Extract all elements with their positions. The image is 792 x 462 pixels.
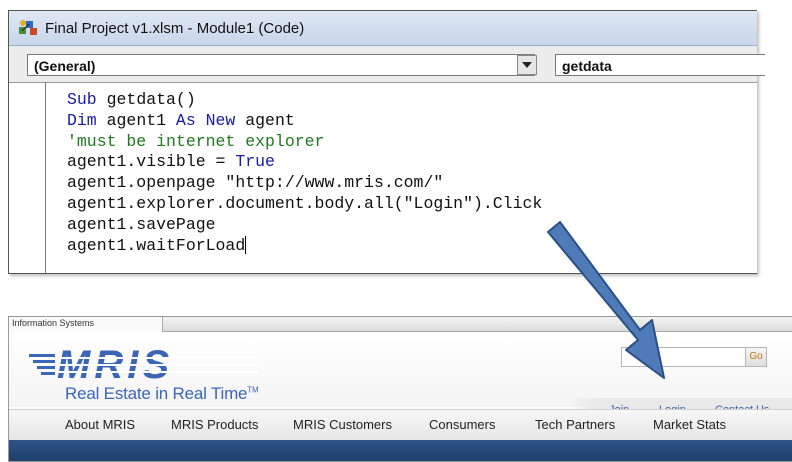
code-token: Sub: [67, 90, 107, 109]
code-line[interactable]: agent1.explorer.document.body.all("Login…: [67, 194, 542, 215]
vba-editor-window: Final Project v1.xlsm - Module1 (Code) (…: [8, 10, 765, 274]
code-token: As New: [175, 110, 246, 130]
margin-indicator-bar: [45, 82, 46, 273]
code-line[interactable]: 'must be internet explorer: [67, 132, 542, 153]
code-token: 'must be internet explorer: [67, 131, 325, 151]
nav-mris-customers[interactable]: MRIS Customers: [293, 417, 392, 432]
text-caret: [245, 236, 247, 255]
code-token: Dim: [67, 110, 107, 130]
object-combo[interactable]: (General): [27, 54, 535, 76]
code-pane[interactable]: Sub getdata() Dim agent1 As New agent'mus…: [9, 82, 757, 273]
browser-tab-strip: Information Systems: [9, 317, 792, 333]
browser-page: Information Systems MRIS Real Estate in …: [8, 316, 792, 462]
browser-tab[interactable]: Information Systems: [9, 317, 163, 333]
code-token: agent1.openpage "http://www.mris.com/": [67, 173, 444, 193]
code-token: agent1.savePage: [67, 214, 216, 234]
code-token: agent: [245, 110, 295, 130]
nav-market-stats[interactable]: Market Stats: [653, 417, 726, 432]
code-combos-bar: (General) getdata: [9, 46, 765, 83]
main-nav: About MRIS MRIS Products MRIS Customers …: [9, 409, 792, 441]
code-token: agent1.visible =: [67, 152, 236, 172]
page-content-band: [9, 440, 792, 461]
mris-logo[interactable]: MRIS: [29, 344, 299, 384]
code-line[interactable]: agent1.openpage "http://www.mris.com/": [67, 173, 542, 194]
procedure-combo[interactable]: getdata: [555, 54, 765, 76]
code-line[interactable]: Sub getdata(): [67, 90, 542, 111]
code-token: agent1.explorer.document.body.all("Login…: [67, 193, 543, 213]
code-token: agent1: [106, 110, 176, 130]
code-line[interactable]: agent1.visible = True: [67, 152, 542, 173]
code-token: agent1.waitForLoad: [67, 235, 246, 255]
editor-title-bar: Final Project v1.xlsm - Module1 (Code): [9, 11, 757, 46]
search-go-button[interactable]: Go: [745, 347, 767, 367]
object-combo-dropdown-icon[interactable]: [517, 55, 537, 75]
nav-tech-partners[interactable]: Tech Partners: [535, 417, 615, 432]
code-line[interactable]: agent1.waitForLoad: [67, 236, 542, 257]
code-line[interactable]: agent1.savePage: [67, 215, 542, 236]
code-token: getdata(): [106, 90, 196, 109]
code-line[interactable]: Dim agent1 As New agent: [67, 111, 542, 132]
tagline: Real Estate in Real TimeTM: [65, 384, 259, 403]
nav-mris-products[interactable]: MRIS Products: [171, 417, 258, 432]
site-search-input[interactable]: [621, 347, 747, 367]
code-text[interactable]: Sub getdata() Dim agent1 As New agent'mus…: [67, 90, 542, 256]
editor-title: Final Project v1.xlsm - Module1 (Code): [45, 19, 305, 37]
mris-header: MRIS Real Estate in Real TimeTM Go Join …: [9, 332, 792, 420]
nav-about-mris[interactable]: About MRIS: [65, 417, 135, 432]
nav-consumers[interactable]: Consumers: [429, 417, 495, 432]
code-token: True: [235, 152, 275, 172]
vba-project-icon: [19, 20, 37, 35]
